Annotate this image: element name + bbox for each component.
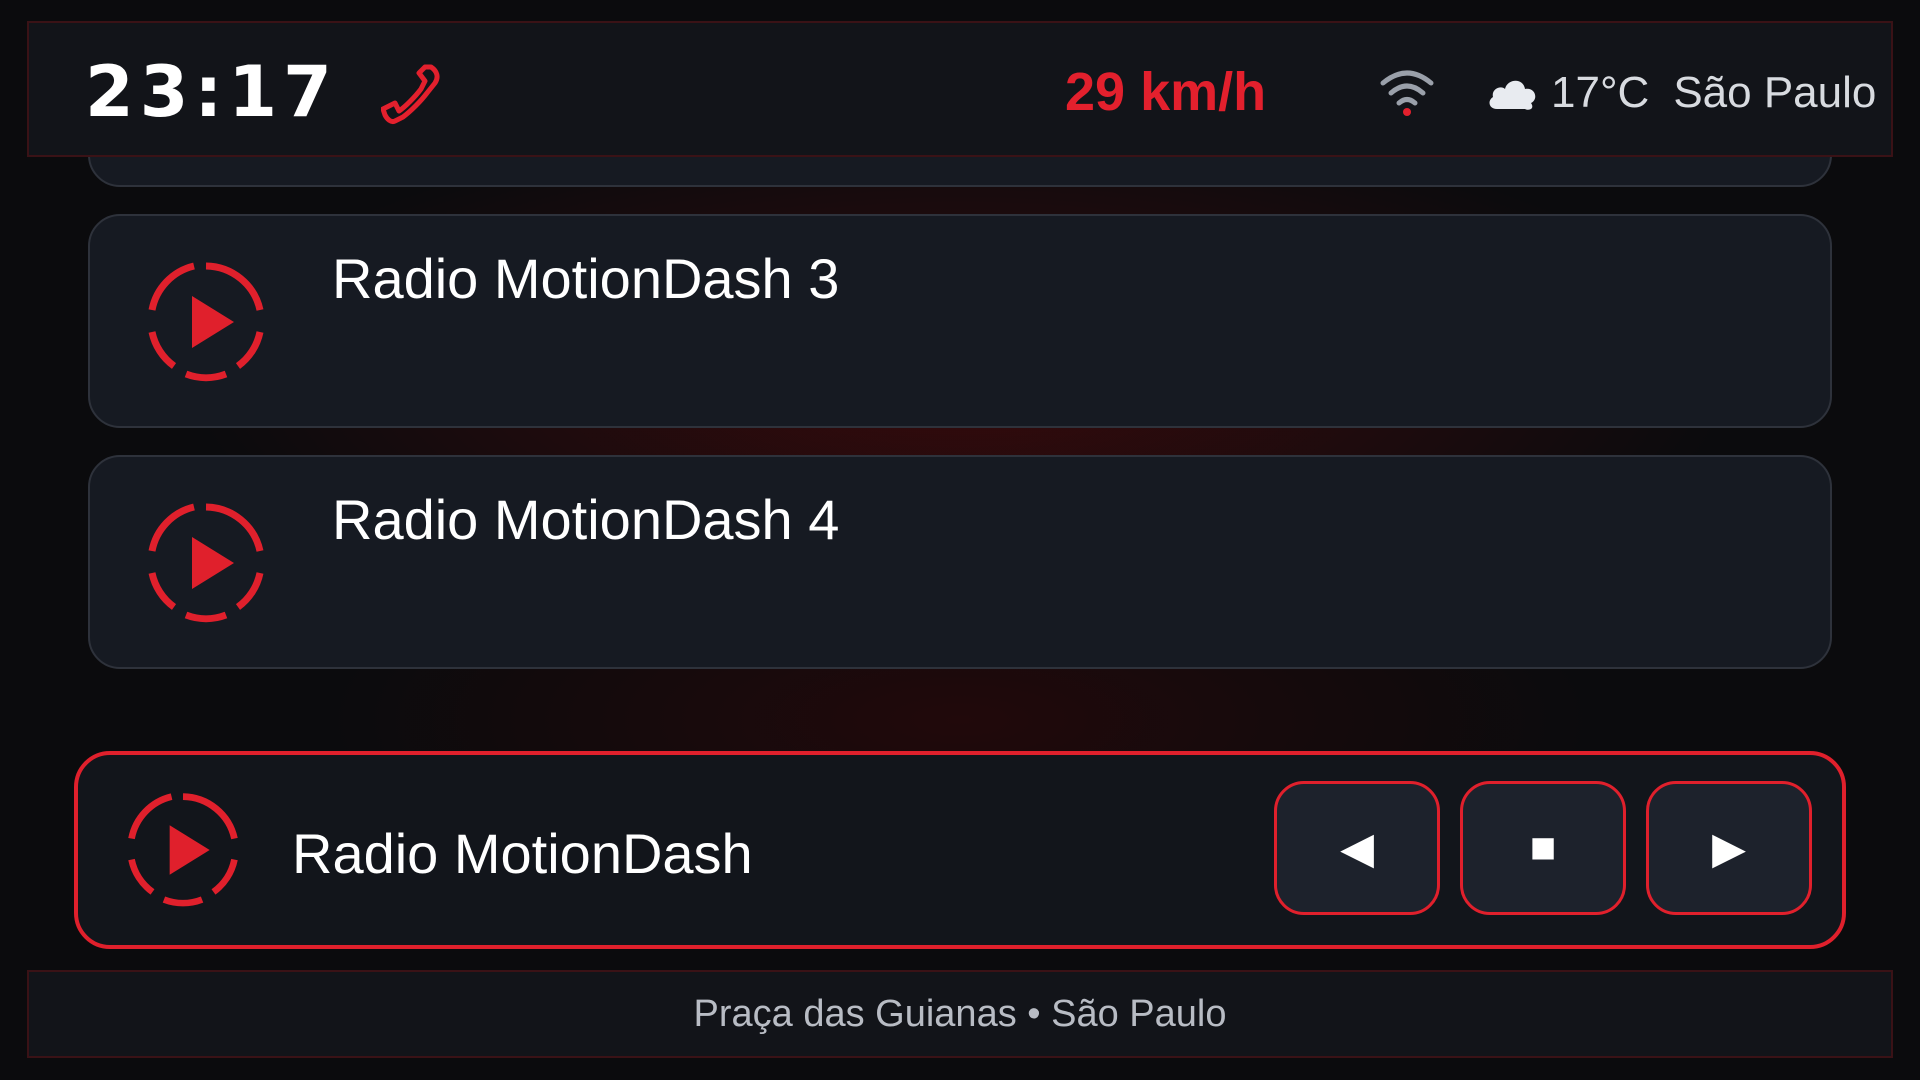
stop-icon: ■ [1529, 823, 1557, 872]
wifi-icon[interactable] [1377, 65, 1437, 119]
now-playing-bar[interactable]: Radio MotionDash ◀ ■ ▶ [74, 751, 1846, 949]
play-icon[interactable] [122, 789, 244, 911]
clock: 23:17 [85, 51, 338, 133]
station-card[interactable]: Radio MotionDash 4 [88, 455, 1832, 669]
previous-button[interactable]: ◀ [1274, 781, 1440, 915]
weather-city: São Paulo [1673, 68, 1877, 117]
station-card-partial[interactable] [88, 157, 1832, 187]
station-list[interactable]: Radio MotionDash 3 Radio MotionDash 4 [88, 157, 1832, 717]
temperature: 17°C [1551, 68, 1650, 117]
speed-readout: 29 km/h [1065, 62, 1267, 122]
current-location: Praça das Guianas • São Paulo [693, 992, 1227, 1035]
next-button[interactable]: ▶ [1646, 781, 1812, 915]
play-icon[interactable] [142, 499, 270, 627]
status-bar: 23:17 29 km/h 17°C São Paulo [27, 21, 1893, 157]
now-playing-title: Radio MotionDash [292, 822, 753, 885]
phone-icon[interactable] [381, 61, 447, 127]
station-title: Radio MotionDash 3 [332, 247, 840, 310]
station-title: Radio MotionDash 4 [332, 488, 840, 551]
dashboard-screen: 23:17 29 km/h 17°C São Paulo Radio Motio… [0, 0, 1920, 1080]
weather-widget: 17°C São Paulo [1485, 65, 1876, 121]
next-icon: ▶ [1712, 823, 1746, 873]
cloud-icon [1489, 80, 1536, 110]
previous-icon: ◀ [1340, 823, 1374, 873]
location-footer: Praça das Guianas • São Paulo [27, 970, 1893, 1058]
station-card[interactable]: Radio MotionDash 3 [88, 214, 1832, 428]
stop-button[interactable]: ■ [1460, 781, 1626, 915]
play-icon[interactable] [142, 258, 270, 386]
